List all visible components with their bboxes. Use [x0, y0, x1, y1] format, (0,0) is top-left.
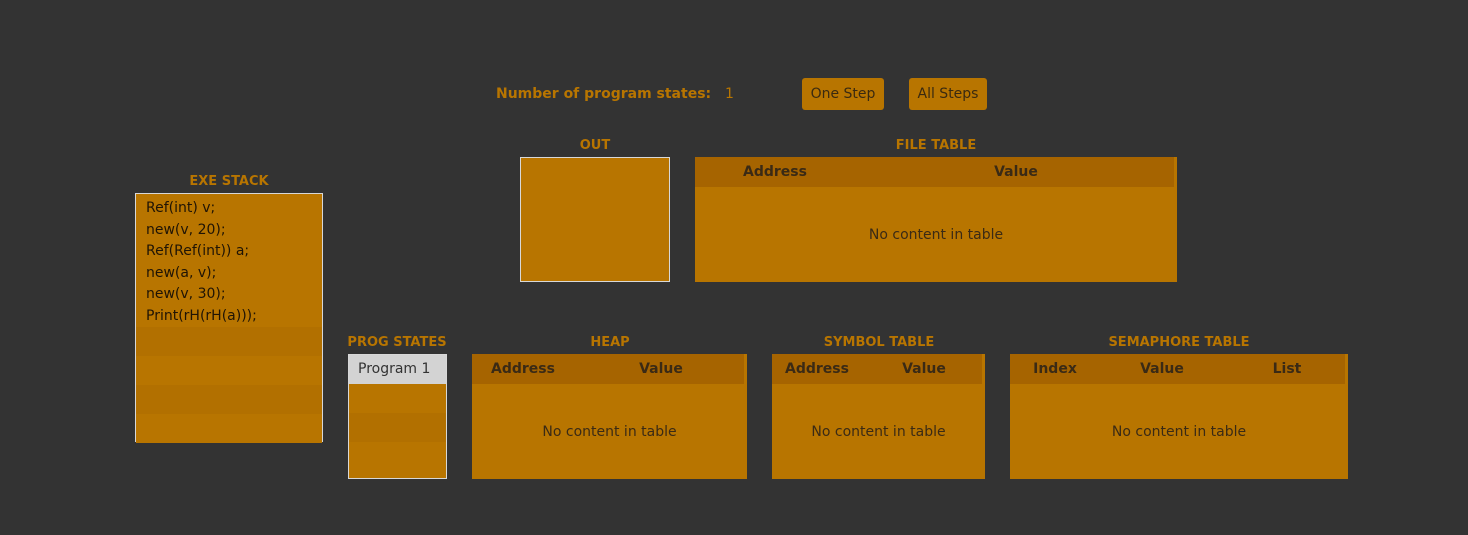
column-header-value[interactable]: Value [994, 164, 1038, 180]
column-header-value[interactable]: Value [1140, 361, 1184, 377]
semaphore-table-title: SEMAPHORE TABLE [1108, 335, 1250, 350]
empty-row [136, 414, 322, 443]
file-table[interactable]: Address Value No content in table [695, 157, 1177, 282]
symbol-table[interactable]: Address Value No content in table [772, 354, 985, 479]
file-table-title: FILE TABLE [895, 138, 977, 153]
empty-placeholder: No content in table [1111, 424, 1247, 440]
exe-stack-list[interactable]: Ref(int) v; new(v, 20); Ref(Ref(int)) a;… [135, 193, 323, 443]
all-steps-button[interactable]: All Steps [909, 78, 987, 110]
column-header-index[interactable]: Index [1033, 361, 1077, 377]
prog-states-list[interactable]: Program 1 [348, 354, 447, 479]
list-item[interactable]: new(v, 20); [136, 220, 322, 242]
prog-states-title: PROG STATES [347, 335, 447, 350]
empty-row [349, 413, 446, 442]
symbol-table-header: Address Value [772, 354, 982, 384]
empty-row [136, 385, 322, 414]
heap-table[interactable]: Address Value No content in table [472, 354, 747, 479]
empty-placeholder: No content in table [868, 227, 1004, 243]
column-header-value[interactable]: Value [639, 361, 683, 377]
list-item[interactable]: new(a, v); [136, 263, 322, 285]
heap-header: Address Value [472, 354, 744, 384]
column-header-list[interactable]: List [1273, 361, 1302, 377]
empty-row [349, 384, 446, 413]
column-header-value[interactable]: Value [902, 361, 946, 377]
empty-row [349, 442, 446, 471]
column-header-address[interactable]: Address [743, 164, 807, 180]
list-item[interactable]: Ref(int) v; [136, 198, 322, 220]
list-item-selected[interactable]: Program 1 [349, 355, 446, 384]
one-step-button[interactable]: One Step [802, 78, 884, 110]
symbol-table-title: SYMBOL TABLE [823, 335, 935, 350]
empty-row [136, 327, 322, 356]
empty-row [136, 356, 322, 385]
semaphore-table[interactable]: Index Value List No content in table [1010, 354, 1348, 479]
list-item[interactable]: Ref(Ref(int)) a; [136, 241, 322, 263]
file-table-header: Address Value [695, 157, 1174, 187]
empty-placeholder: No content in table [811, 424, 946, 440]
empty-placeholder: No content in table [542, 424, 677, 440]
column-header-address[interactable]: Address [785, 361, 849, 377]
semaphore-table-header: Index Value List [1010, 354, 1345, 384]
exe-stack-title: EXE STACK [189, 174, 269, 189]
out-list[interactable] [520, 157, 670, 282]
list-item[interactable]: new(v, 30); [136, 284, 322, 306]
heap-title: HEAP [590, 335, 630, 350]
list-item[interactable]: Print(rH(rH(a))); [136, 306, 322, 328]
out-title: OUT [579, 138, 611, 153]
states-count: 1 [725, 86, 734, 102]
column-header-address[interactable]: Address [491, 361, 555, 377]
states-label: Number of program states: [496, 86, 712, 102]
